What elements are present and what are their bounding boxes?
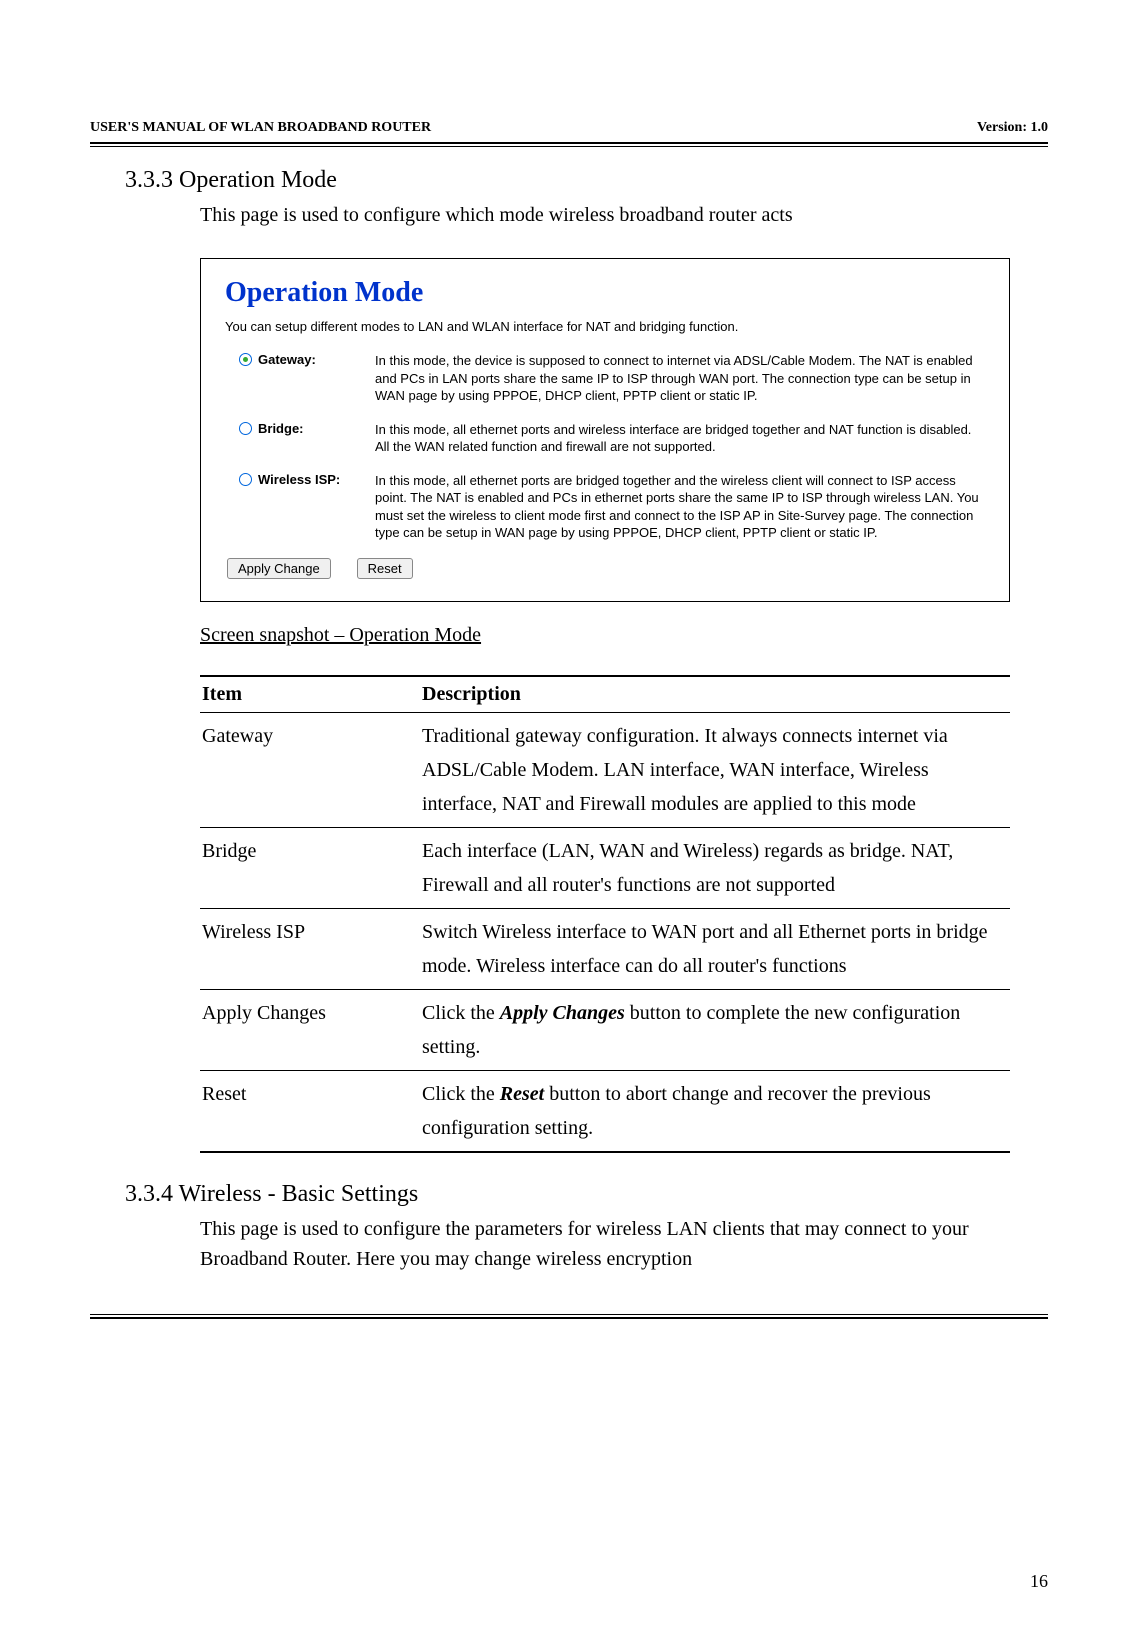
cell-desc: Switch Wireless interface to WAN port an… [420, 908, 1010, 989]
mode-row-bridge: Bridge: In this mode, all ethernet ports… [225, 421, 985, 456]
mode-row-gateway: Gateway: In this mode, the device is sup… [225, 352, 985, 405]
screenshot-subtitle: You can setup different modes to LAN and… [225, 319, 985, 334]
section-334-intro: This page is used to configure the param… [200, 1214, 1048, 1274]
th-item: Item [200, 676, 420, 713]
cell-item: Bridge [200, 827, 420, 908]
radio-gateway-label[interactable]: Gateway: [258, 352, 316, 367]
screenshot-caption: Screen snapshot – Operation Mode [200, 624, 1048, 647]
radio-gateway[interactable] [239, 353, 252, 366]
cell-item: Gateway [200, 712, 420, 827]
header-right: Version: 1.0 [977, 120, 1048, 136]
page-header: USER'S MANUAL OF WLAN BROADBAND ROUTER V… [90, 120, 1048, 136]
operation-mode-screenshot: Operation Mode You can setup different m… [200, 258, 1010, 602]
radio-bridge-label[interactable]: Bridge: [258, 421, 304, 436]
table-row: Apply Changes Click the Apply Changes bu… [200, 989, 1010, 1070]
reset-button[interactable]: Reset [357, 558, 413, 579]
mode-bridge-desc: In this mode, all ethernet ports and wir… [375, 421, 985, 456]
page-number: 16 [1030, 1571, 1048, 1592]
mode-gateway-desc: In this mode, the device is supposed to … [375, 352, 985, 405]
cell-item: Apply Changes [200, 989, 420, 1070]
table-row: Wireless ISP Switch Wireless interface t… [200, 908, 1010, 989]
table-row: Reset Click the Reset button to abort ch… [200, 1070, 1010, 1152]
apply-change-button[interactable]: Apply Change [227, 558, 331, 579]
cell-desc: Traditional gateway configuration. It al… [420, 712, 1010, 827]
button-row: Apply Change Reset [225, 558, 985, 579]
radio-wireless-isp[interactable] [239, 473, 252, 486]
mode-wireless-isp-desc: In this mode, all ethernet ports are bri… [375, 472, 985, 542]
th-description: Description [420, 676, 1010, 713]
description-table: Item Description Gateway Traditional gat… [200, 675, 1010, 1153]
cell-item: Reset [200, 1070, 420, 1152]
section-heading-334: 3.3.4 Wireless - Basic Settings [125, 1181, 1048, 1208]
screenshot-title: Operation Mode [225, 277, 985, 309]
footer-divider [90, 1314, 1048, 1319]
mode-row-wireless-isp: Wireless ISP: In this mode, all ethernet… [225, 472, 985, 542]
radio-wireless-isp-label[interactable]: Wireless ISP: [258, 472, 340, 487]
table-row: Gateway Traditional gateway configuratio… [200, 712, 1010, 827]
section-333-intro: This page is used to configure which mod… [200, 200, 1048, 230]
cell-desc: Click the Reset button to abort change a… [420, 1070, 1010, 1152]
cell-item: Wireless ISP [200, 908, 420, 989]
header-left: USER'S MANUAL OF WLAN BROADBAND ROUTER [90, 120, 431, 136]
cell-desc: Each interface (LAN, WAN and Wireless) r… [420, 827, 1010, 908]
cell-desc: Click the Apply Changes button to comple… [420, 989, 1010, 1070]
section-heading-333: 3.3.3 Operation Mode [125, 167, 1048, 194]
table-row: Bridge Each interface (LAN, WAN and Wire… [200, 827, 1010, 908]
header-divider [90, 142, 1048, 147]
radio-bridge[interactable] [239, 422, 252, 435]
